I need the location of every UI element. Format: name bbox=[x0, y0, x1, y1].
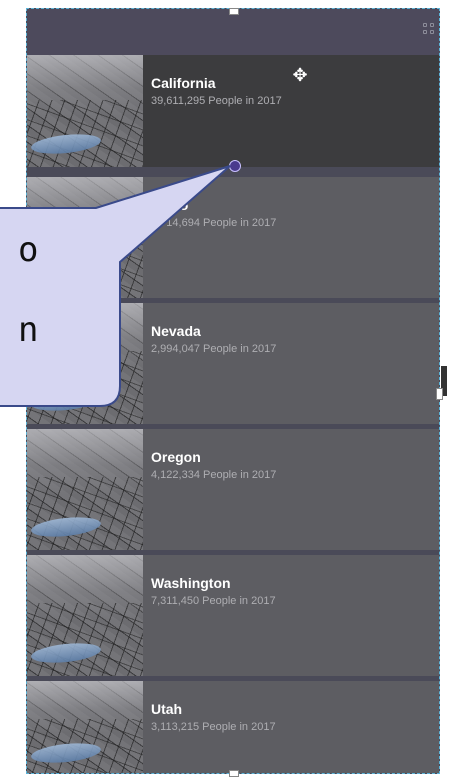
resize-handle-bottom[interactable] bbox=[229, 770, 239, 777]
item-title: Idaho bbox=[151, 197, 189, 213]
item-subtitle: 4,122,334 People in 2017 bbox=[151, 469, 277, 481]
drought-thumbnail bbox=[27, 55, 143, 167]
grid-icon[interactable] bbox=[423, 23, 435, 35]
item-title: Utah bbox=[151, 701, 183, 717]
callout-anchor-dot[interactable] bbox=[229, 160, 241, 172]
drought-thumbnail bbox=[27, 303, 143, 424]
list-item-oregon[interactable]: Oregon 4,122,334 People in 2017 bbox=[27, 424, 439, 550]
list-item-idaho[interactable]: Idaho 1,714,694 People in 2017 bbox=[27, 172, 439, 298]
drought-thumbnail bbox=[27, 429, 143, 550]
item-title: Nevada bbox=[151, 323, 201, 339]
drought-thumbnail bbox=[27, 681, 143, 773]
item-subtitle: 39,611,295 People in 2017 bbox=[151, 95, 282, 107]
resize-handle-top[interactable] bbox=[229, 8, 239, 15]
list-item-washington[interactable]: Washington 7,311,450 People in 2017 bbox=[27, 550, 439, 676]
drought-thumbnail bbox=[27, 177, 143, 298]
item-subtitle: 7,311,450 People in 2017 bbox=[151, 595, 276, 607]
list-item-utah[interactable]: Utah 3,113,215 People in 2017 bbox=[27, 676, 439, 773]
widget-header-bar bbox=[27, 9, 439, 55]
list-item-california[interactable]: California 39,611,295 People in 2017 bbox=[27, 55, 439, 167]
item-subtitle: 1,714,694 People in 2017 bbox=[151, 217, 277, 229]
list-item-nevada[interactable]: Nevada 2,994,047 People in 2017 bbox=[27, 298, 439, 424]
item-subtitle: 2,994,047 People in 2017 bbox=[151, 343, 277, 355]
resize-handle-right[interactable] bbox=[436, 388, 443, 400]
item-subtitle: 3,113,215 People in 2017 bbox=[151, 721, 276, 733]
item-title: Oregon bbox=[151, 449, 201, 465]
item-title: California bbox=[151, 75, 216, 91]
drought-thumbnail bbox=[27, 555, 143, 676]
item-title: Washington bbox=[151, 575, 231, 591]
list-widget-frame: California 39,611,295 People in 2017 Ida… bbox=[26, 8, 440, 774]
move-icon[interactable]: ✥ bbox=[289, 64, 311, 86]
